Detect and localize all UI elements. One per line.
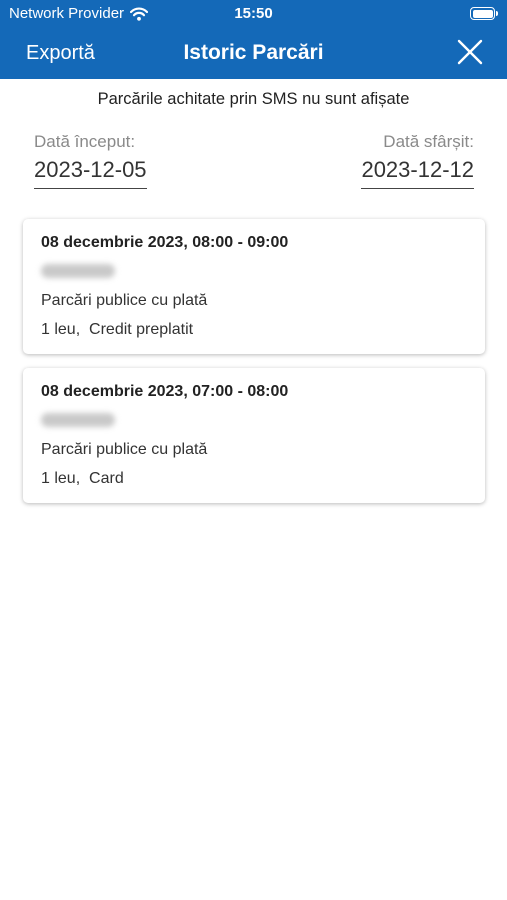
end-date-label: Dată sfârșit:	[383, 132, 474, 151]
parking-payment: 1 leu, Credit preplatit	[41, 321, 194, 338]
parking-payment: 1 leu, Card	[41, 470, 124, 487]
nav-bar: Exportă Istoric Parcări	[0, 30, 507, 74]
app-header: Network Provider 15:50 Exportă Istoric P…	[0, 0, 507, 79]
license-plate-redacted	[41, 413, 115, 427]
parking-zone: Parcări publice cu plată	[41, 292, 208, 309]
clock: 15:50	[234, 5, 273, 22]
parking-zone: Parcări publice cu plată	[41, 441, 208, 458]
start-date-field[interactable]: 2023-12-05	[34, 157, 147, 189]
status-bar: Network Provider 15:50	[0, 0, 507, 28]
parking-datetime: 08 decembrie 2023, 07:00 - 08:00	[41, 383, 289, 400]
parking-card[interactable]: 08 decembrie 2023, 07:00 - 08:00 Parcări…	[23, 368, 485, 503]
battery-fill	[472, 9, 493, 18]
end-date-field[interactable]: 2023-12-12	[361, 157, 474, 189]
start-date-label: Dată început:	[34, 132, 136, 151]
parking-card[interactable]: 08 decembrie 2023, 08:00 - 09:00 Parcări…	[23, 219, 485, 354]
sms-notice: Parcările achitate prin SMS nu sunt afiș…	[97, 90, 410, 108]
battery-icon	[470, 7, 498, 20]
close-icon[interactable]	[457, 39, 483, 65]
export-button[interactable]: Exportă	[26, 42, 95, 65]
parking-datetime: 08 decembrie 2023, 08:00 - 09:00	[41, 234, 289, 251]
license-plate-redacted	[41, 264, 115, 278]
